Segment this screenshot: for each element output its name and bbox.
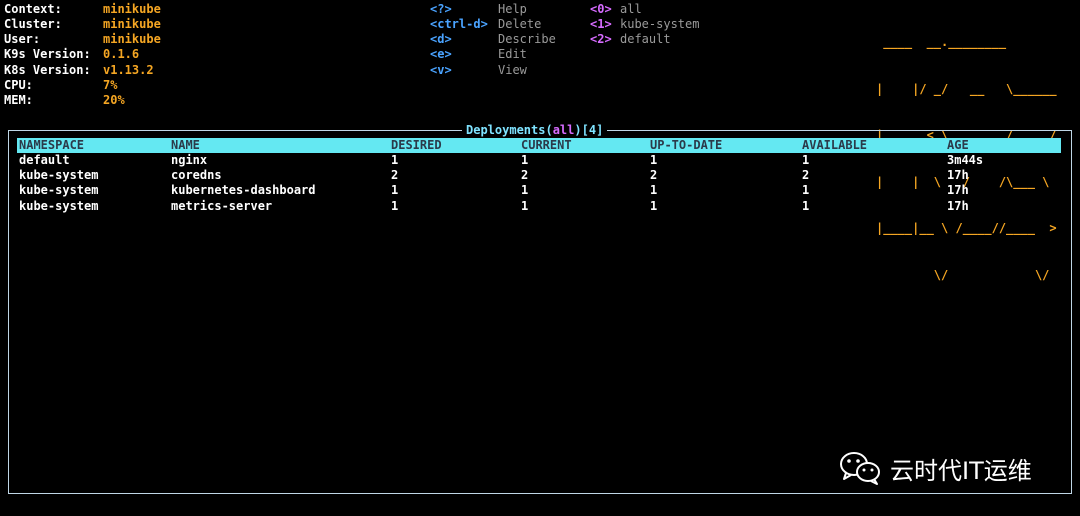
ns-all-label[interactable]: all [620, 2, 642, 17]
table-row[interactable]: kube-system coredns 2 2 2 2 17h [17, 168, 1061, 183]
cell-available: 2 [802, 168, 810, 182]
table-row[interactable]: default nginx 1 1 1 1 3m44s [17, 153, 1061, 168]
cpu-value: 7% [103, 78, 118, 92]
describe-action[interactable]: Describe [498, 32, 556, 47]
cluster-value: minikube [103, 17, 161, 31]
cell-available: 1 [802, 153, 810, 167]
cell-namespace: default [19, 153, 70, 167]
cell-up-to-date: 1 [650, 183, 658, 197]
table-row[interactable]: kube-system metrics-server 1 1 1 1 17h [17, 199, 1061, 214]
cell-desired: 1 [391, 153, 399, 167]
wechat-icon [840, 452, 880, 485]
cell-current: 1 [521, 153, 529, 167]
col-namespace-header[interactable]: NAMESPACE [19, 138, 84, 153]
table-header: NAMESPACE NAME DESIRED CURRENT UP-TO-DAT… [17, 138, 1061, 153]
mem-label: MEM: [4, 93, 33, 107]
context-value: minikube [103, 2, 161, 16]
cell-age: 17h [947, 183, 969, 197]
ns-default-label[interactable]: default [620, 32, 671, 47]
cell-namespace: kube-system [19, 199, 99, 213]
cell-desired: 2 [391, 168, 399, 182]
view-action[interactable]: View [498, 63, 527, 78]
mem-value: 20% [103, 93, 125, 107]
k9s-version-label: K9s Version: [4, 47, 91, 61]
cell-namespace: kube-system [19, 183, 99, 197]
col-name-header[interactable]: NAME [171, 138, 200, 153]
help-key[interactable]: <?> [430, 2, 452, 17]
ns-kube-system-key[interactable]: <1> [590, 17, 612, 32]
cell-up-to-date: 1 [650, 153, 658, 167]
k8s-version-label: K8s Version: [4, 63, 91, 77]
cell-current: 1 [521, 199, 529, 213]
cell-desired: 1 [391, 199, 399, 213]
cluster-label: Cluster: [4, 17, 62, 31]
user-value: minikube [103, 32, 161, 46]
watermark-text: 云时代IT运维 [890, 456, 1032, 485]
col-age-header[interactable]: AGE [947, 138, 969, 153]
cell-age: 17h [947, 199, 969, 213]
panel-title-suffix: )[4] [574, 123, 604, 137]
col-desired-header[interactable]: DESIRED [391, 138, 442, 153]
describe-key[interactable]: <d> [430, 32, 452, 47]
cell-namespace: kube-system [19, 168, 99, 182]
ns-default-key[interactable]: <2> [590, 32, 612, 47]
table-row[interactable]: kube-system kubernetes-dashboard 1 1 1 1… [17, 183, 1061, 198]
k8s-version-value: v1.13.2 [103, 63, 154, 77]
k9s-version-value: 0.1.6 [103, 47, 140, 61]
cell-available: 1 [802, 183, 810, 197]
delete-key[interactable]: <ctrl-d> [430, 17, 488, 32]
cell-current: 2 [521, 168, 529, 182]
cell-name: kubernetes-dashboard [171, 183, 316, 197]
panel-title-prefix: Deployments( [466, 123, 553, 137]
cell-age: 3m44s [947, 153, 984, 167]
edit-action[interactable]: Edit [498, 47, 527, 62]
cell-desired: 1 [391, 183, 399, 197]
cell-name: nginx [171, 153, 208, 167]
user-label: User: [4, 32, 41, 46]
view-key[interactable]: <v> [430, 63, 452, 78]
panel-title-scope: all [552, 123, 575, 137]
ns-kube-system-label[interactable]: kube-system [620, 17, 699, 32]
cell-up-to-date: 2 [650, 168, 658, 182]
help-action[interactable]: Help [498, 2, 527, 17]
col-up-to-date-header[interactable]: UP-TO-DATE [650, 138, 722, 153]
watermark: 云时代IT运维 [838, 448, 1032, 488]
ns-all-key[interactable]: <0> [590, 2, 612, 17]
logo-line: | |/ _/ __ \______ [876, 81, 1057, 96]
logo-line: ____ __.________ [876, 35, 1057, 49]
cell-name: metrics-server [171, 199, 273, 213]
cell-age: 17h [947, 168, 969, 182]
panel-title: Deployments(all)[4] [462, 123, 608, 138]
cell-available: 1 [802, 199, 810, 213]
cell-current: 1 [521, 183, 529, 197]
col-available-header[interactable]: AVAILABLE [802, 138, 867, 153]
cell-up-to-date: 1 [650, 199, 658, 213]
edit-key[interactable]: <e> [430, 47, 452, 62]
col-current-header[interactable]: CURRENT [521, 138, 572, 153]
cell-name: coredns [171, 168, 222, 182]
cpu-label: CPU: [4, 78, 33, 92]
context-label: Context: [4, 2, 62, 16]
delete-action[interactable]: Delete [498, 17, 541, 32]
